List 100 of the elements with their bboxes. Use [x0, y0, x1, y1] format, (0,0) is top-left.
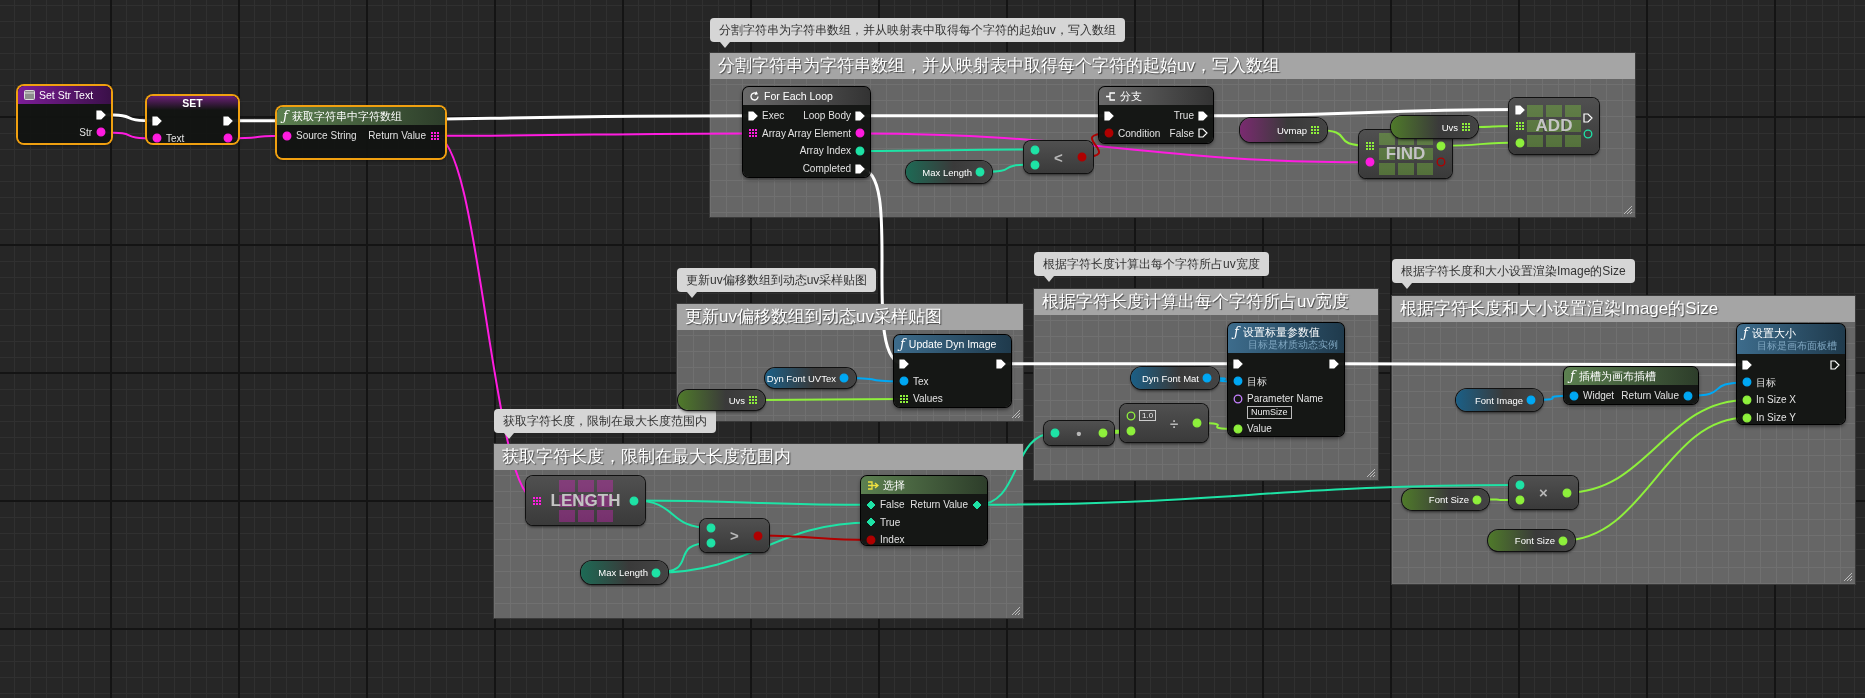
pin-value-field[interactable]: 1.0: [1139, 410, 1157, 421]
pin-label: Str: [79, 125, 92, 140]
graph-node[interactable]: ƒ 获取字符串中字符数组 Source String Return Value: [277, 107, 445, 158]
graph-node[interactable]: 分支 Condition True False: [1099, 87, 1213, 143]
variable-name: Font Image: [1474, 394, 1523, 406]
variable-node[interactable]: Dyn Font Mat: [1131, 367, 1219, 389]
node-title: 设置标量参数值: [1242, 325, 1320, 339]
resize-grip-icon[interactable]: [1011, 409, 1021, 419]
graph-node[interactable]: ƒ 插槽为画布插槽 Widget Return Value: [1564, 367, 1698, 404]
data-pin[interactable]: [1515, 121, 1525, 131]
exec-pin[interactable]: [1104, 110, 1114, 121]
operator-symbol: FIND: [1385, 144, 1426, 164]
variable-node[interactable]: Font Size: [1488, 530, 1575, 551]
exec-pin[interactable]: [996, 358, 1006, 369]
exec-pin[interactable]: [223, 115, 233, 126]
variable-name: Font Size: [1428, 494, 1469, 505]
operator-symbol: •: [1076, 424, 1082, 442]
node-subtitle: 目标是画布面板槽: [1756, 340, 1838, 352]
data-pin[interactable]: [899, 376, 909, 387]
exec-pin[interactable]: [1515, 104, 1525, 115]
variable-name: Uvmap: [1276, 124, 1307, 136]
exec-pin[interactable]: [748, 110, 758, 121]
exec-pin[interactable]: [1742, 359, 1752, 370]
variable-node[interactable]: Font Size: [1402, 489, 1489, 510]
data-pin[interactable]: [96, 127, 106, 138]
bubble-pointer: [687, 292, 697, 298]
data-pin[interactable]: [223, 133, 233, 144]
pin-label: Text: [166, 131, 185, 146]
graph-node[interactable]: ƒ 设置大小 目标是画布面板槽 目标 In Size X In Size Y: [1737, 324, 1845, 424]
pin-label: Array Index: [799, 144, 851, 159]
exec-pin[interactable]: [1233, 358, 1243, 369]
resize-grip-icon[interactable]: [1623, 205, 1633, 215]
pin-label: Array Element: [787, 126, 851, 141]
pin-label: Return Value: [1621, 389, 1679, 403]
exec-pin[interactable]: [899, 358, 909, 369]
data-pin[interactable]: [748, 128, 758, 139]
pin-label: True: [1173, 109, 1194, 123]
exec-pin[interactable]: [1198, 110, 1208, 121]
variable-node[interactable]: Max Length: [906, 161, 992, 183]
resize-grip-icon[interactable]: [1366, 468, 1376, 478]
data-pin[interactable]: [748, 395, 758, 405]
data-pin[interactable]: [1461, 122, 1471, 132]
node-title: Set Str Text: [39, 88, 94, 102]
pin-label: Array: [762, 126, 786, 141]
graph-node[interactable]: Set Str Text Str: [18, 86, 111, 143]
exec-pin[interactable]: [1830, 359, 1840, 370]
operator-symbol: LENGTH: [550, 490, 621, 511]
exec-pin[interactable]: [152, 115, 162, 126]
node-title: 选择: [883, 478, 905, 492]
exec-pin[interactable]: [855, 163, 865, 174]
comment-title: 分割字符串为字符串数组，并从映射表中取得每个字符的起始uv，写入数组: [710, 53, 1635, 79]
data-pin[interactable]: [855, 128, 865, 139]
comment-bubble: 根据字符长度计算出每个字符所占uv宽度: [1034, 252, 1269, 276]
exec-pin[interactable]: [855, 110, 865, 121]
comment-bubble: 根据字符长度和大小设置渲染Image的Size: [1392, 259, 1635, 283]
data-pin[interactable]: [430, 130, 440, 141]
data-pin[interactable]: [1310, 125, 1320, 135]
data-pin[interactable]: [1233, 376, 1243, 387]
graph-node[interactable]: For Each Loop Exec Array Loop Body Array Element Array Index Completed: [743, 87, 870, 177]
comment-bubble: 获取字符长度，限制在最大长度范围内: [494, 409, 716, 433]
exec-pin[interactable]: [1583, 112, 1593, 123]
variable-node[interactable]: Uvs: [678, 390, 765, 410]
operator-node[interactable]: 1.0 ÷: [1120, 404, 1208, 442]
operator-symbol: ×: [1539, 484, 1548, 501]
graph-node[interactable]: SET Text: [147, 96, 238, 143]
variable-node[interactable]: Dyn Font UVTex: [765, 368, 856, 388]
operator-symbol: <: [1054, 148, 1063, 166]
pin-label: Parameter Name: [1247, 392, 1324, 407]
data-pin[interactable]: [1742, 377, 1752, 388]
resize-grip-icon[interactable]: [1843, 572, 1853, 582]
pin-label: Exec: [762, 109, 785, 123]
data-pin[interactable]: [152, 133, 162, 144]
variable-node[interactable]: Max Length: [581, 561, 668, 584]
comment-title: 更新uv偏移数组到动态uv采样贴图: [677, 304, 1023, 330]
operator-symbol: >: [730, 527, 739, 544]
pin-label: Index: [880, 533, 905, 548]
data-pin[interactable]: [899, 394, 909, 404]
variable-name: Max Length: [922, 166, 972, 178]
variable-node[interactable]: Uvs: [1391, 116, 1478, 138]
data-pin[interactable]: [1683, 390, 1693, 401]
resize-grip-icon[interactable]: [1011, 606, 1021, 616]
data-pin[interactable]: [1233, 394, 1243, 404]
operator-symbol: ÷: [1169, 414, 1179, 432]
comment-title: 根据字符长度和大小设置渲染Image的Size: [1392, 296, 1855, 322]
variable-node[interactable]: Font Image: [1456, 389, 1543, 411]
variable-name: Dyn Font Mat: [1141, 372, 1199, 384]
data-pin[interactable]: [1569, 390, 1579, 401]
exec-pin[interactable]: [96, 109, 106, 120]
data-pin[interactable]: [1365, 140, 1375, 151]
node-title: 分支: [1120, 89, 1142, 103]
pin-value-field[interactable]: NumSize: [1247, 405, 1292, 419]
graph-node[interactable]: ƒ Update Dyn Image Tex Values: [894, 335, 1011, 407]
event-icon: [24, 90, 35, 100]
exec-pin[interactable]: [1329, 358, 1339, 369]
graph-node[interactable]: ƒ 设置标量参数值 目标是材质动态实例 目标 Parameter Name NumSize Value: [1228, 323, 1344, 436]
data-pin[interactable]: [282, 130, 292, 141]
bubble-pointer: [504, 433, 514, 439]
exec-pin[interactable]: [1198, 128, 1208, 139]
comment-title: 根据字符长度计算出每个字符所占uv宽度: [1034, 289, 1378, 315]
variable-node[interactable]: Uvmap: [1240, 118, 1327, 142]
